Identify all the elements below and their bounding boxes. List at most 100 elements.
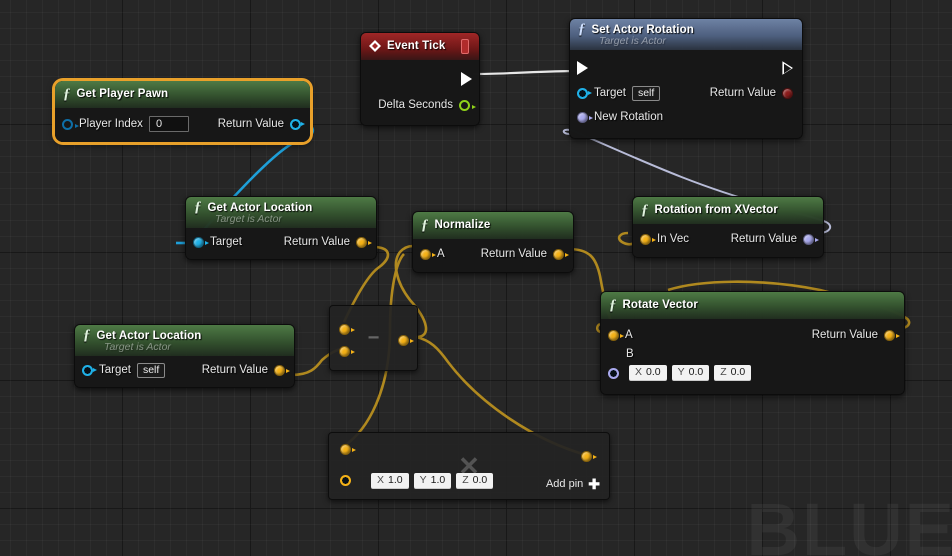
input-a-pin[interactable] — [608, 329, 624, 341]
b-z-field[interactable]: Z 0.0 — [456, 473, 494, 489]
rotation-from-xvector-header: ƒ Rotation from XVector — [633, 197, 823, 224]
node-multiply[interactable]: ✕ X 1.0 Y 1.0 Z 0.0 Add pin ✚ — [328, 432, 610, 500]
node-event-tick[interactable]: Event Tick Delta Seconds — [360, 32, 480, 126]
multiply-b-fields[interactable]: X 1.0 Y 1.0 Z 0.0 — [371, 473, 494, 489]
plus-icon: ✚ — [588, 476, 600, 492]
get-actor-location-1-header: ƒ Get Actor Location Target is Actor — [186, 197, 376, 228]
watermark-text: BLUE — [746, 488, 952, 556]
row-input-a[interactable]: A Return Value — [601, 324, 904, 346]
node-rotate-vector[interactable]: ƒ Rotate Vector A Return Value B X 0.0 Y… — [600, 291, 905, 395]
set-actor-rotation-body: Target self Return Value New Rotation — [570, 50, 802, 138]
function-f-icon: ƒ — [421, 216, 429, 233]
node-title: Event Tick — [387, 40, 446, 52]
input-a-label: A — [437, 248, 445, 260]
row-target[interactable]: Target Return Value — [186, 231, 376, 253]
exec-input-pin[interactable] — [577, 61, 588, 75]
row-delta-seconds[interactable]: Delta Seconds — [361, 94, 479, 116]
input-b-pin[interactable] — [608, 367, 619, 379]
row-input-a[interactable]: A Return Value — [413, 243, 573, 265]
target-self-value[interactable]: self — [631, 85, 661, 101]
target-input-pin[interactable] — [577, 87, 592, 99]
return-value-output-pin[interactable] — [356, 236, 372, 248]
return-value-output-pin[interactable] — [782, 87, 793, 99]
row-target[interactable]: Target self Return Value — [570, 82, 802, 104]
rotate-vector-body: A Return Value B X 0.0 Y 0.0 Z 0.0 — [601, 319, 904, 394]
row-in-vec[interactable]: In Vec Return Value — [633, 228, 823, 250]
get-actor-location-2-header: ƒ Get Actor Location Target is Actor — [75, 325, 294, 356]
node-set-actor-rotation[interactable]: ƒ Set Actor Rotation Target is Actor Tar… — [569, 18, 803, 139]
event-diamond-icon — [369, 40, 381, 52]
function-f-icon: ƒ — [609, 296, 617, 313]
return-value-label: Return Value — [480, 248, 547, 260]
function-f-icon: ƒ — [63, 85, 71, 102]
player-index-label: Player Index — [79, 118, 143, 130]
return-value-output-pin[interactable] — [803, 233, 819, 245]
subtract-operator: − — [367, 327, 380, 349]
b-z-field[interactable]: Z 0.0 — [714, 365, 752, 381]
node-normalize[interactable]: ƒ Normalize A Return Value — [412, 211, 574, 273]
return-value-label: Return Value — [811, 329, 878, 341]
node-subtitle: Target is Actor — [599, 35, 666, 47]
target-label: Target — [99, 364, 131, 376]
player-index-input-pin[interactable] — [62, 118, 79, 130]
return-value-output-pin[interactable] — [553, 248, 569, 260]
rotate-vector-b-fields[interactable]: X 0.0 Y 0.0 Z 0.0 — [629, 365, 752, 381]
target-input-pin[interactable] — [82, 364, 97, 376]
row-new-rotation[interactable]: New Rotation — [570, 106, 802, 128]
blueprint-graph-canvas[interactable]: Event Tick Delta Seconds ƒ Get Player Pa… — [0, 0, 952, 556]
return-value-output-pin[interactable] — [884, 329, 900, 341]
target-self-value[interactable]: self — [136, 362, 166, 378]
node-get-actor-location-2[interactable]: ƒ Get Actor Location Target is Actor Tar… — [74, 324, 295, 388]
node-get-player-pawn[interactable]: ƒ Get Player Pawn Player Index 0 Return … — [55, 81, 310, 142]
subtract-input-a-pin[interactable] — [339, 324, 355, 335]
delta-seconds-output-pin[interactable] — [459, 99, 476, 111]
add-pin-label: Add pin — [545, 478, 584, 490]
b-x-field[interactable]: X 1.0 — [371, 473, 409, 489]
row-exec-out[interactable] — [361, 68, 479, 90]
row-target[interactable]: Target self Return Value — [75, 359, 294, 381]
subtract-output-pin[interactable] — [398, 335, 414, 346]
b-y-field[interactable]: Y 0.0 — [671, 365, 710, 381]
add-pin-button[interactable]: Add pin ✚ — [545, 476, 600, 492]
node-get-actor-location-1[interactable]: ƒ Get Actor Location Target is Actor Tar… — [185, 196, 377, 260]
stop-button-icon[interactable] — [461, 38, 469, 54]
row-exec[interactable] — [570, 57, 802, 79]
function-f-icon: ƒ — [641, 201, 649, 218]
in-vec-label: In Vec — [657, 233, 689, 245]
rotation-from-xvector-body: In Vec Return Value — [633, 224, 823, 257]
subtract-input-b-pin[interactable] — [339, 346, 355, 357]
player-index-input[interactable]: 0 — [148, 116, 189, 132]
return-value-label: Return Value — [201, 364, 268, 376]
node-title: Get Actor Location — [96, 329, 202, 342]
delta-seconds-label: Delta Seconds — [378, 99, 453, 111]
exec-output-pin[interactable] — [461, 72, 472, 86]
node-rotation-from-xvector[interactable]: ƒ Rotation from XVector In Vec Return Va… — [632, 196, 824, 258]
b-x-field[interactable]: X 0.0 — [629, 365, 667, 381]
rotate-vector-header: ƒ Rotate Vector — [601, 292, 904, 319]
multiply-output-pin[interactable] — [581, 451, 597, 462]
event-tick-body: Delta Seconds — [361, 60, 479, 125]
new-rotation-input-pin[interactable] — [577, 111, 593, 123]
get-player-pawn-body: Player Index 0 Return Value — [55, 108, 310, 142]
return-value-output-pin[interactable] — [274, 364, 290, 376]
return-value-label: Return Value — [709, 87, 776, 99]
function-f-icon: ƒ — [83, 327, 91, 343]
node-subtract[interactable]: − — [329, 305, 418, 371]
input-a-pin[interactable] — [420, 248, 436, 260]
in-vec-input-pin[interactable] — [640, 233, 656, 245]
b-y-field[interactable]: Y 1.0 — [413, 473, 452, 489]
set-actor-rotation-header: ƒ Set Actor Rotation Target is Actor — [570, 19, 802, 50]
node-title: Rotation from XVector — [654, 204, 779, 216]
new-rotation-label: New Rotation — [594, 111, 664, 123]
exec-output-pin[interactable] — [782, 61, 793, 75]
normalize-header: ƒ Normalize — [413, 212, 573, 239]
multiply-input-a-pin[interactable] — [340, 444, 356, 455]
row-player-index[interactable]: Player Index 0 Return Value — [55, 113, 310, 135]
row-input-b-value[interactable]: X 0.0 Y 0.0 Z 0.0 — [601, 362, 904, 384]
return-value-output-pin[interactable] — [290, 118, 305, 130]
node-title: Normalize — [434, 219, 491, 231]
target-input-pin[interactable] — [193, 236, 209, 248]
node-title: Get Player Pawn — [76, 88, 169, 100]
get-actor-location-1-body: Target Return Value — [186, 228, 376, 259]
multiply-input-b-pin[interactable] — [340, 475, 351, 486]
